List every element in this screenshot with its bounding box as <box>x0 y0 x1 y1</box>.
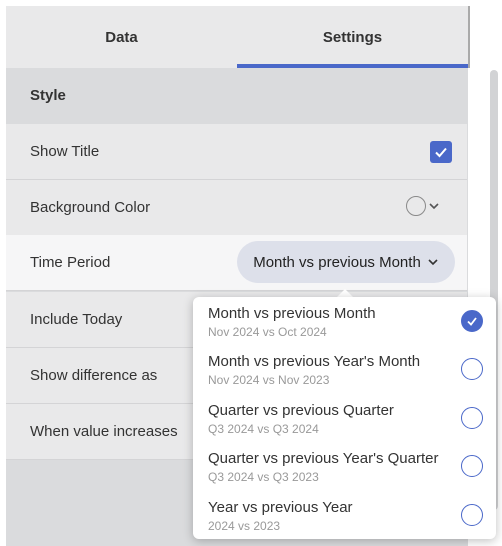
option-label: Quarter vs previous Year's Quarter <box>208 450 439 467</box>
radio-selected[interactable] <box>461 310 483 332</box>
include-today-label: Include Today <box>30 311 123 328</box>
radio[interactable] <box>461 407 483 429</box>
tab-settings-label: Settings <box>322 28 383 46</box>
row-background-color[interactable]: Background Color <box>6 180 467 236</box>
option-label: Month vs previous Month <box>208 305 376 322</box>
radio[interactable] <box>461 455 483 477</box>
show-difference-label: Show difference as <box>30 367 158 384</box>
show-title-label: Show Title <box>30 143 100 160</box>
radio[interactable] <box>461 358 483 380</box>
option-sublabel: Q3 2024 vs Q3 2023 <box>208 470 319 484</box>
time-period-select[interactable]: Month vs previous Month <box>237 241 455 283</box>
dropdown-option[interactable]: Year vs previous Year 2024 vs 2023 <box>193 491 496 539</box>
dropdown-option[interactable]: Quarter vs previous Quarter Q3 2024 vs Q… <box>193 394 496 442</box>
time-period-label: Time Period <box>30 254 111 271</box>
chevron-down-icon <box>429 203 439 210</box>
dropdown-option[interactable]: Quarter vs previous Year's Quarter Q3 20… <box>193 442 496 490</box>
tabs-divider <box>468 6 470 68</box>
row-show-title[interactable]: Show Title <box>6 124 467 180</box>
chevron-down-icon <box>428 259 438 266</box>
option-label: Quarter vs previous Quarter <box>208 402 394 419</box>
option-sublabel: Nov 2024 vs Nov 2023 <box>208 373 330 387</box>
option-sublabel: Nov 2024 vs Oct 2024 <box>208 325 327 339</box>
section-title: Style <box>30 87 66 104</box>
option-sublabel: 2024 vs 2023 <box>208 519 281 533</box>
background-color-label: Background Color <box>30 199 151 216</box>
radio[interactable] <box>461 504 483 526</box>
option-label: Year vs previous Year <box>208 499 353 516</box>
time-period-value: Month vs previous Month <box>253 253 421 271</box>
tab-settings[interactable]: Settings <box>237 6 468 68</box>
background-color-picker[interactable] <box>406 196 440 216</box>
check-icon <box>467 317 477 326</box>
show-title-checkbox[interactable] <box>430 141 452 163</box>
dropdown-option[interactable]: Month vs previous Month Nov 2024 vs Oct … <box>193 297 496 345</box>
color-swatch-icon <box>406 196 426 216</box>
tab-data[interactable]: Data <box>6 6 237 68</box>
tab-bar: Data Settings <box>6 6 468 68</box>
check-icon <box>435 147 447 158</box>
time-period-dropdown: Month vs previous Month Nov 2024 vs Oct … <box>193 297 496 539</box>
option-sublabel: Q3 2024 vs Q3 2024 <box>208 422 319 436</box>
tab-data-label: Data <box>105 28 138 46</box>
value-increases-label: When value increases <box>30 423 178 440</box>
option-label: Month vs previous Year's Month <box>208 353 421 370</box>
row-time-period[interactable]: Time Period Month vs previous Month <box>6 235 467 291</box>
dropdown-option[interactable]: Month vs previous Year's Month Nov 2024 … <box>193 345 496 393</box>
